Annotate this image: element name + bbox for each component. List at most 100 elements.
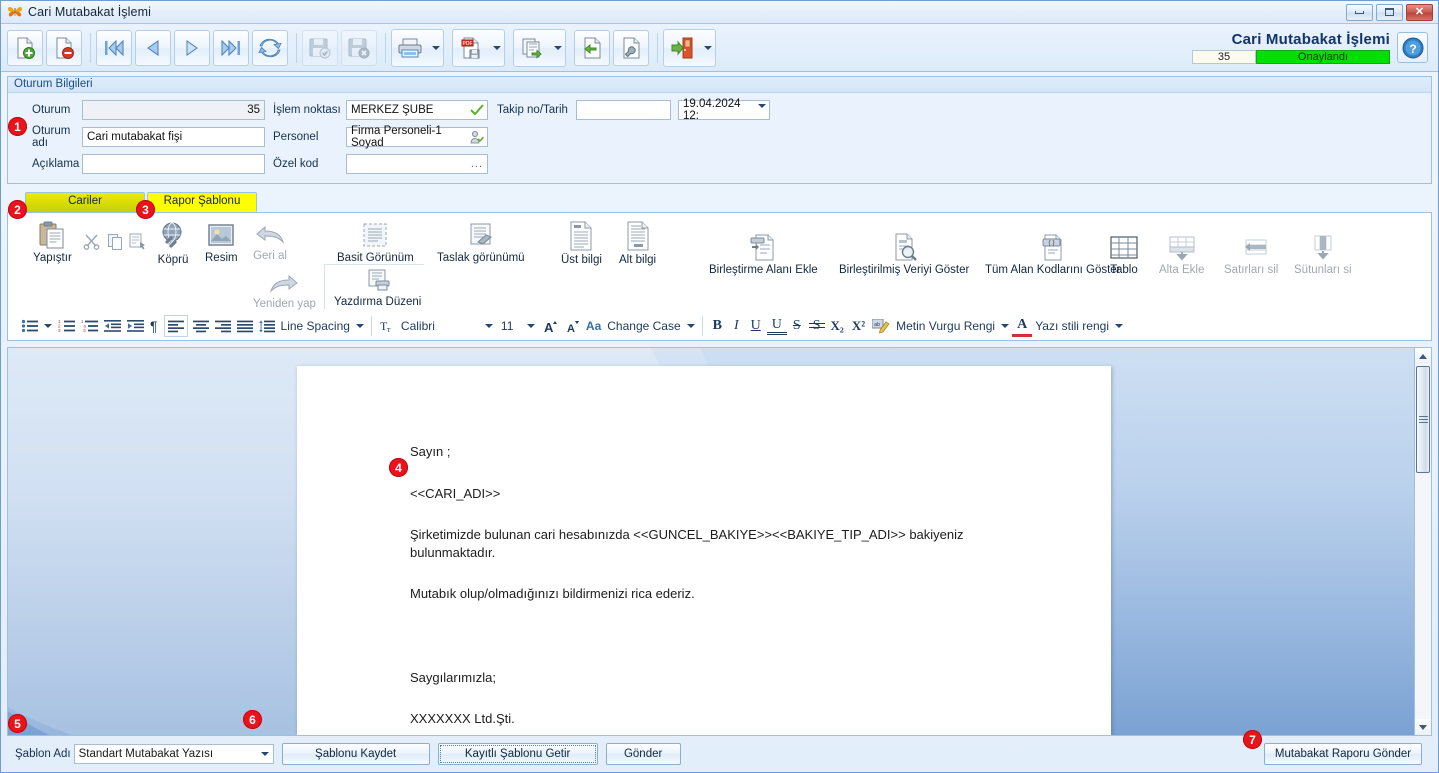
show-merged-icon — [889, 232, 919, 262]
scrollbar-thumb[interactable] — [1416, 366, 1430, 473]
template-combo[interactable]: Standart Mutabakat Yazısı — [73, 744, 274, 764]
font-name-combo[interactable]: Calibri — [397, 319, 497, 333]
font-color-icon[interactable]: A — [1012, 315, 1033, 337]
insert-below-button[interactable]: Alta Ekle — [1154, 232, 1209, 278]
first-record-button[interactable] — [96, 29, 132, 66]
personel-field[interactable]: Firma Personeli-1 Soyad — [346, 125, 488, 149]
undo-button[interactable]: Geri al — [248, 220, 292, 264]
change-case-icon[interactable]: Aa — [583, 315, 604, 337]
oturum-adi-input[interactable]: Cari mutabakat fişi — [82, 127, 265, 147]
tab-rapor-sablonu[interactable]: Rapor Şablonu — [147, 192, 257, 212]
change-case-label[interactable]: Change Case — [604, 315, 683, 337]
exit-button[interactable] — [664, 30, 700, 66]
pilcrow-button[interactable]: ¶ — [147, 315, 161, 337]
help-button[interactable]: ? — [1397, 32, 1428, 63]
scroll-down-button[interactable] — [1415, 719, 1431, 735]
insert-merge-field-button[interactable]: Birleştirme Alanı Ekle — [704, 230, 823, 278]
takip-no-input[interactable] — [576, 100, 671, 120]
bullet-list-button[interactable] — [18, 315, 41, 337]
save-button[interactable] — [302, 29, 338, 66]
islem-noktasi-field[interactable]: MERKEZ ŞUBE — [346, 100, 488, 120]
highlight-label[interactable]: Metin Vurgu Rengi — [893, 315, 998, 337]
image-button[interactable]: Resim — [200, 218, 243, 266]
align-right-button[interactable] — [212, 315, 234, 337]
print-layout-button[interactable]: Yazdırma Düzeni — [329, 266, 426, 310]
line-spacing-label[interactable]: Line Spacing — [278, 315, 353, 337]
load-template-button[interactable]: Kayıtlı Şablonu Getir — [437, 743, 598, 765]
delete-rows-button[interactable]: Satırları sil — [1219, 232, 1283, 278]
font-color-dropdown[interactable] — [1112, 315, 1126, 337]
copy-to-dropdown[interactable] — [550, 30, 565, 66]
window-title: Cari Mutabakat İşlemi — [28, 5, 151, 19]
maximize-button[interactable] — [1376, 3, 1403, 21]
change-case-dropdown[interactable] — [684, 315, 698, 337]
tab-cariler[interactable]: Cariler — [25, 192, 145, 212]
print-dropdown[interactable] — [428, 30, 443, 66]
document-page[interactable]: Sayın ; <<CARI_ADI>> Şirketimizde buluna… — [297, 366, 1111, 735]
line-spacing-button[interactable] — [256, 315, 278, 337]
refresh-button[interactable] — [252, 29, 288, 66]
next-record-button[interactable] — [174, 29, 210, 66]
back-button[interactable] — [574, 29, 610, 66]
new-record-button[interactable] — [7, 29, 43, 66]
ozel-kod-field[interactable]: ... — [346, 154, 488, 174]
bullet-list-dropdown[interactable] — [41, 315, 55, 337]
highlight-button[interactable]: ab — [869, 315, 893, 337]
italic-button[interactable]: I — [728, 315, 745, 337]
table-button[interactable]: Tablo — [1103, 232, 1145, 278]
cancel-save-button[interactable] — [341, 29, 377, 66]
header-button[interactable]: Üst bilgi — [556, 218, 607, 268]
copy-to-button[interactable] — [514, 30, 550, 66]
send-button[interactable]: Gönder — [605, 743, 681, 765]
delete-record-button[interactable] — [46, 29, 82, 66]
footer-button[interactable]: Alt bilgi — [614, 218, 661, 268]
align-left-button[interactable] — [163, 315, 188, 337]
double-strikethrough-button[interactable]: S — [807, 315, 827, 337]
double-underline-button[interactable]: U — [766, 317, 787, 335]
scroll-up-button[interactable] — [1415, 348, 1431, 364]
highlight-dropdown[interactable] — [998, 315, 1012, 337]
superscript-button[interactable]: X² — [848, 315, 869, 337]
strikethrough-button[interactable]: S — [787, 315, 807, 337]
takip-date-field[interactable]: 19.04.2024 12: — [678, 98, 770, 122]
grow-font-button[interactable]: A — [539, 315, 561, 337]
settings-button[interactable] — [613, 29, 649, 66]
increase-indent-button[interactable] — [124, 315, 147, 337]
align-center-button[interactable] — [190, 315, 212, 337]
cut-button[interactable] — [82, 232, 101, 251]
print-button[interactable] — [392, 30, 428, 66]
close-button[interactable]: ✕ — [1406, 3, 1433, 21]
shrink-font-button[interactable]: A — [561, 315, 583, 337]
vertical-scrollbar[interactable] — [1414, 348, 1431, 735]
exit-group — [663, 28, 716, 67]
copy-button[interactable] — [106, 232, 125, 251]
ellipsis-button[interactable]: ... — [471, 158, 483, 170]
draft-view-button[interactable]: Taslak görünümü — [432, 218, 530, 266]
last-record-button[interactable] — [213, 29, 249, 66]
delete-columns-button[interactable]: Sütunları si — [1289, 232, 1357, 278]
line-spacing-dropdown[interactable] — [353, 315, 367, 337]
decrease-indent-button[interactable] — [101, 315, 124, 337]
exit-dropdown[interactable] — [700, 30, 715, 66]
previous-record-button[interactable] — [135, 29, 171, 66]
send-report-button[interactable]: Mutabakat Raporu Gönder — [1264, 743, 1422, 765]
aciklama-input[interactable] — [82, 154, 265, 174]
underline-button[interactable]: U — [745, 315, 767, 337]
numbered-list-button[interactable]: 1 2 3 — [55, 315, 78, 337]
show-merged-data-button[interactable]: Birleştirilmiş Veriyi Göster — [834, 230, 974, 278]
justify-button[interactable] — [234, 315, 256, 337]
simple-view-button[interactable]: Basit Görünüm — [332, 218, 419, 266]
font-color-label[interactable]: Yazı stili rengi — [1032, 315, 1112, 337]
subscript-button[interactable]: X₂ — [827, 315, 848, 337]
export-pdf-button[interactable]: PDF — [453, 30, 489, 66]
paste-button[interactable]: Yapıştır — [28, 218, 77, 266]
multilevel-list-button[interactable]: 1 a b — [78, 315, 101, 337]
minimize-button[interactable] — [1346, 3, 1373, 21]
pdf-dropdown[interactable] — [489, 30, 504, 66]
hyperlink-button[interactable]: Köprü — [152, 218, 194, 268]
save-template-button[interactable]: Şablonu Kaydet — [281, 743, 430, 765]
redo-button[interactable]: Yeniden yap — [248, 270, 321, 312]
font-size-combo[interactable]: 11 — [497, 319, 539, 333]
font-dialog-button[interactable]: T ᴛ — [376, 315, 397, 337]
bold-button[interactable]: B — [707, 315, 728, 337]
